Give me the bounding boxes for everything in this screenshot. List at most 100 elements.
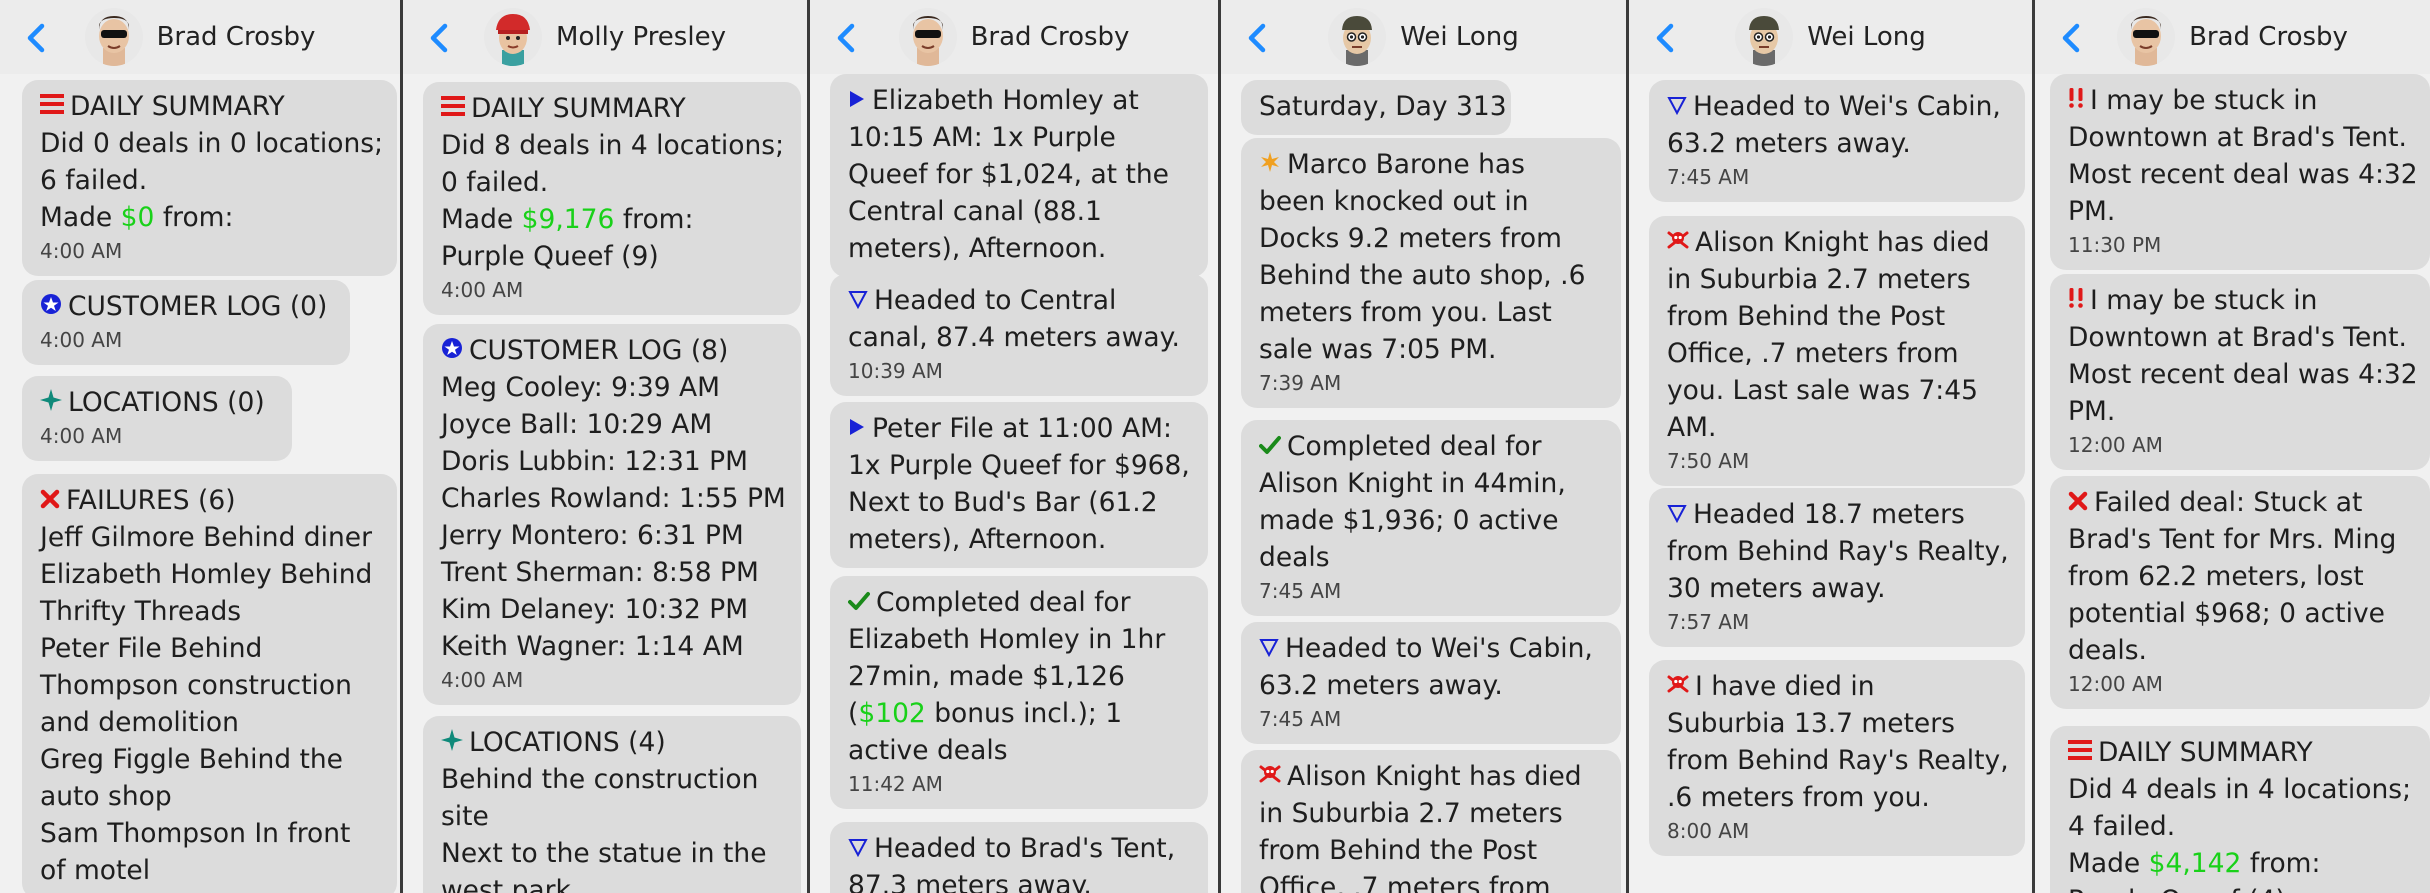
message-line: Joyce Ball: 10:29 AM (441, 409, 713, 440)
back-chevron-icon[interactable] (2053, 18, 2093, 58)
message-line: 30 meters away. (1667, 573, 1886, 604)
message-line: 27min, made $1,126 (848, 661, 1125, 692)
message-bubble: DAILY SUMMARY Did 0 deals in 0 locations;… (22, 80, 397, 276)
message-line: 6 failed. (40, 165, 148, 196)
nabla-icon (848, 830, 868, 867)
message-bubble: I may be stuck in Downtown at Brad's Tent… (2050, 74, 2430, 270)
avatar[interactable] (2117, 8, 2176, 66)
chat-header: Molly Presley (403, 0, 807, 74)
message-bubble: Completed deal for Elizabeth Homley in 1h… (830, 576, 1208, 809)
message-line: meters), Afternoon. (848, 524, 1107, 555)
avatar[interactable] (1735, 8, 1794, 66)
message-timestamp: 4:00 AM (40, 424, 123, 448)
message-line: Doris Lubbin: 12:31 PM (441, 446, 748, 477)
message-line: Thrifty Threads (40, 596, 242, 627)
skull-icon (1667, 668, 1689, 705)
message-line: from Behind Ray's Realty, (1667, 745, 2009, 776)
nabla-icon (848, 282, 868, 319)
contact-name: Wei Long (1807, 22, 1926, 52)
message-bubble: DAILY SUMMARY Did 8 deals in 4 locations;… (423, 82, 801, 315)
message-bubble: Headed to Wei's Cabin, 63.2 meters away. 7… (1649, 80, 2025, 202)
message-line: auto shop (40, 781, 172, 812)
message-bubble: Peter File at 11:00 AM: 1x Purple Queef f… (830, 402, 1208, 568)
message-line: Headed to Wei's Cabin, (1259, 630, 1603, 667)
message-line: DAILY SUMMARY (40, 88, 379, 125)
message-timestamp: 12:00 AM (2068, 433, 2163, 457)
message-line: DAILY SUMMARY (2068, 734, 2412, 771)
message-line: Did 8 deals in 4 locations; (441, 130, 784, 161)
message-bubble: Headed 18.7 meters from Behind Ray's Real… (1649, 488, 2025, 647)
message-line: from Behind the Post (1259, 835, 1538, 866)
nabla-icon (1667, 88, 1687, 125)
star-badge-icon (441, 332, 463, 369)
message-line: Next to Bud's Bar (61.2 (848, 487, 1158, 518)
message-bubble: Completed deal for Alison Knight in 44min… (1241, 420, 1621, 616)
message-timestamp: 4:00 AM (441, 668, 524, 692)
message-line: Peter File at 11:00 AM: (848, 410, 1190, 447)
double-exclaim-icon (2068, 82, 2084, 119)
message-line: Elizabeth Homley at (848, 82, 1190, 119)
message-timestamp: 4:00 AM (40, 328, 123, 352)
message-line: Did 4 deals in 4 locations; (2068, 774, 2411, 805)
avatar[interactable] (898, 8, 957, 66)
message-line: 4 failed. (2068, 811, 2176, 842)
message-feed[interactable]: Saturday, Day 313 Marco Barone has been kn… (1221, 74, 1626, 893)
message-timestamp: 11:30 PM (2068, 233, 2162, 257)
contact-name: Molly Presley (556, 22, 726, 52)
message-line: Kim Delaney: 10:32 PM (441, 594, 749, 625)
message-bubble: Headed to Brad's Tent, 87.3 meters away. (830, 822, 1208, 893)
list-icon (2068, 734, 2092, 771)
chat-header: Wei Long (1221, 0, 1626, 74)
message-line: 1x Purple Queef for $968, (848, 450, 1190, 481)
message-feed[interactable]: DAILY SUMMARY Did 0 deals in 0 locations;… (0, 74, 400, 893)
message-bubble: DAILY SUMMARY Did 4 deals in 4 locations;… (2050, 726, 2430, 893)
message-feed[interactable]: DAILY SUMMARY Did 8 deals in 4 locations;… (403, 74, 807, 893)
contact-name: Brad Crosby (156, 22, 316, 52)
message-line: Did 0 deals in 0 locations; (40, 128, 383, 159)
message-line: Completed deal for (1259, 428, 1603, 465)
message-timestamp: 11:42 AM (848, 772, 943, 796)
message-line: Brad's Tent for Mrs. Ming (2068, 524, 2397, 555)
message-line: been knocked out in (1259, 186, 1529, 217)
message-timestamp: 7:45 AM (1667, 165, 1750, 189)
back-chevron-icon[interactable] (18, 18, 58, 58)
back-chevron-icon[interactable] (421, 18, 461, 58)
message-timestamp: 10:39 AM (848, 359, 943, 383)
message-line: Marco Barone has (1259, 146, 1603, 183)
message-line: AM. (1667, 412, 1717, 443)
back-chevron-icon[interactable] (1647, 18, 1687, 58)
message-timestamp: 4:00 AM (40, 239, 123, 263)
message-line: Headed to Brad's Tent, (848, 830, 1190, 867)
message-bubble: I have died in Suburbia 13.7 meters from B… (1649, 660, 2025, 856)
money-amount: $0 (120, 202, 155, 233)
star-badge-icon (40, 288, 62, 325)
nabla-icon (1259, 630, 1279, 667)
message-line: Headed 18.7 meters (1667, 496, 2007, 533)
avatar[interactable] (1328, 8, 1387, 66)
message-line: from Behind the Post (1667, 301, 1946, 332)
back-chevron-icon[interactable] (828, 18, 868, 58)
message-line: CUSTOMER LOG (8) (441, 332, 783, 369)
chat-header: Brad Crosby (0, 0, 400, 74)
message-line: and demolition (40, 707, 239, 738)
money-amount: $4,142 (2148, 848, 2242, 879)
message-line: Suburbia 13.7 meters (1667, 708, 1955, 739)
message-feed[interactable]: Headed to Wei's Cabin, 63.2 meters away. 7… (1629, 74, 2032, 893)
message-line: I may be stuck in (2068, 82, 2412, 119)
message-feed[interactable]: Elizabeth Homley at 10:15 AM: 1x Purple Qu… (810, 74, 1218, 893)
chat-header: Brad Crosby (2035, 0, 2430, 74)
message-line: Office, .7 meters from (1667, 338, 1959, 369)
message-line: 0 failed. (441, 167, 549, 198)
message-feed[interactable]: I may be stuck in Downtown at Brad's Tent… (2035, 74, 2430, 893)
message-bubble: Headed to Wei's Cabin, 63.2 meters away. 7… (1241, 622, 1621, 744)
message-line: Peter File Behind (40, 633, 263, 664)
back-chevron-icon[interactable] (1239, 18, 1279, 58)
message-line: I may be stuck in (2068, 282, 2412, 319)
message-line: Queef for $1,024, at the (848, 159, 1169, 190)
message-line: Downtown at Brad's Tent. (2068, 322, 2407, 353)
message-timestamp: 7:45 AM (1259, 707, 1342, 731)
chat-panel: Wei Long Headed to Wei's Cabin, 63.2 meter… (1629, 0, 2032, 893)
avatar[interactable] (84, 8, 143, 66)
message-line: meters from you. Last (1259, 297, 1552, 328)
avatar[interactable] (484, 8, 543, 66)
